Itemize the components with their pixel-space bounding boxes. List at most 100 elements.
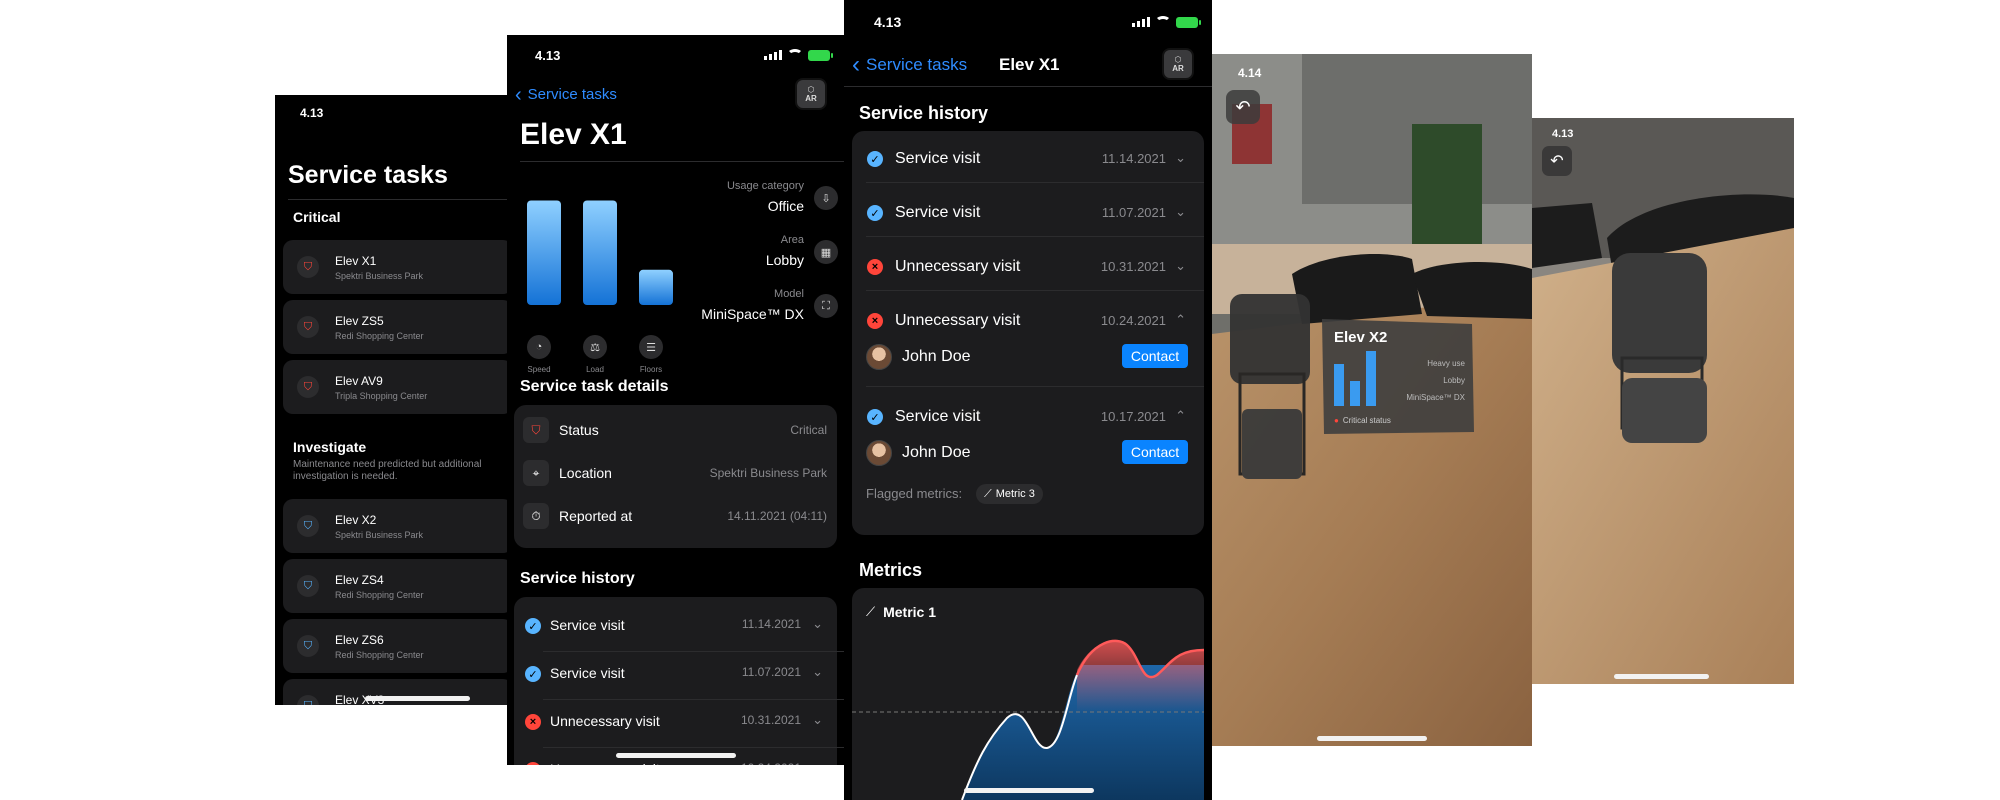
chevron-left-icon: ‹ bbox=[515, 83, 522, 106]
ar-card-row: Lobby bbox=[1443, 376, 1465, 385]
history-row[interactable]: ✓ Service visit 11.07.2021 ⌄ bbox=[852, 192, 1204, 234]
bar-floors-icon: ☰ bbox=[639, 335, 663, 359]
chevron-up-icon: ⌃ bbox=[1175, 312, 1186, 327]
phone-elevator-detail: 4.13 ‹ Service tasks ⬡ AR Elev X1 ◔ Speed… bbox=[507, 35, 844, 765]
avatar bbox=[866, 440, 892, 466]
investigate-shield-icon: ⛉ bbox=[297, 515, 319, 537]
cross-icon: × bbox=[525, 762, 541, 765]
ar-back-button[interactable]: ↶ bbox=[1542, 146, 1572, 176]
home-indicator bbox=[964, 788, 1094, 793]
ar-camera-scene bbox=[1212, 54, 1532, 746]
ar-button[interactable]: ⬡ AR bbox=[795, 78, 827, 110]
history-label: Unnecessary visit bbox=[895, 312, 1021, 329]
history-label: Unnecessary visit bbox=[550, 761, 660, 765]
avatar bbox=[866, 344, 892, 370]
contact-button[interactable]: Contact bbox=[1122, 440, 1188, 464]
status-bar: 4.13 bbox=[844, 0, 1212, 40]
person-name: John Doe bbox=[902, 444, 971, 461]
wifi-icon bbox=[787, 49, 803, 61]
task-item-critical[interactable]: ⛉ Elev X1 Spektri Business Park bbox=[283, 240, 507, 294]
history-row[interactable]: × Unnecessary visit 10.31.2021 ⌄ bbox=[514, 703, 837, 743]
back-label: Service tasks bbox=[866, 55, 968, 74]
critical-shield-icon: ⛉ bbox=[297, 316, 319, 338]
history-date: 10.31.2021 bbox=[740, 713, 801, 727]
history-row[interactable]: ✓ Service visit 11.07.2021 ⌄ bbox=[514, 655, 837, 695]
task-item-critical[interactable]: ⛉ Elev AV9 Tripla Shopping Center bbox=[283, 360, 507, 414]
task-item-investigate[interactable]: ⛉ Elev X2 Spektri Business Park bbox=[283, 499, 507, 553]
task-item-location: Spektri Business Park bbox=[335, 271, 424, 281]
nav-title: Elev X1 bbox=[999, 55, 1060, 74]
back-button[interactable]: ‹ Service tasks bbox=[852, 53, 968, 77]
check-icon: ✓ bbox=[867, 205, 883, 221]
back-button[interactable]: ‹ Service tasks bbox=[515, 83, 617, 106]
signal-icon bbox=[764, 50, 782, 60]
task-item-location: Spektri Business Park bbox=[335, 530, 424, 540]
metric-title-row[interactable]: ⟋ Metric 1 bbox=[866, 604, 936, 620]
home-indicator bbox=[1317, 736, 1427, 741]
chevron-down-icon: ⌄ bbox=[812, 712, 823, 727]
detail-value: 14.11.2021 (04:11) bbox=[727, 509, 827, 523]
phone-service-history: 4.13 ‹ Service tasks Elev X1 ⬡ AR Servic… bbox=[844, 0, 1212, 800]
history-date: 10.24.2021 bbox=[1100, 313, 1166, 328]
history-row[interactable]: ✓ Service visit 11.14.2021 ⌄ bbox=[514, 607, 837, 647]
chevron-down-icon: ⌄ bbox=[812, 760, 823, 765]
detail-label: Status bbox=[559, 422, 599, 438]
usage-bar-load bbox=[583, 200, 617, 305]
task-item-name: Elev ZS4 bbox=[335, 573, 384, 587]
detail-status-icon: ⛉ bbox=[523, 417, 549, 443]
history-row[interactable]: × Unnecessary visit 10.24.2021 ⌃ bbox=[852, 300, 1204, 342]
investigate-shield-icon: ⛉ bbox=[297, 695, 319, 705]
usage-bar-floors bbox=[639, 269, 673, 305]
info-value: MiniSpace™ DX bbox=[701, 306, 804, 322]
section-header-critical: Critical bbox=[293, 209, 341, 225]
detail-label: Location bbox=[559, 465, 612, 481]
usage-bars bbox=[527, 200, 673, 305]
history-row[interactable]: × Unnecessary visit 10.31.2021 ⌄ bbox=[852, 246, 1204, 288]
history-label: Unnecessary visit bbox=[895, 258, 1021, 275]
cube-icon: ⬡ bbox=[1174, 55, 1182, 64]
task-item-investigate[interactable]: ⛉ Elev ZS4 Redi Shopping Center bbox=[283, 559, 507, 613]
info-label: Model bbox=[774, 288, 804, 300]
chevron-down-icon: ⌄ bbox=[1175, 204, 1186, 219]
info-label: Area bbox=[780, 234, 804, 246]
investigate-note: Maintenance need predicted but additiona… bbox=[293, 459, 482, 482]
task-item-critical[interactable]: ⛉ Elev ZS5 Redi Shopping Center bbox=[283, 300, 507, 354]
section-header-metrics: Metrics bbox=[859, 560, 923, 580]
task-item-name: Elev ZS5 bbox=[335, 314, 384, 328]
flagged-metric-chip[interactable]: ⟋ Metric 3 bbox=[976, 484, 1043, 504]
ar-back-button[interactable]: ↶ bbox=[1226, 90, 1260, 124]
bar-speed-icon: ◔ bbox=[527, 335, 551, 359]
ar-bar bbox=[1350, 381, 1360, 406]
status-bar: 4.13 bbox=[507, 35, 844, 75]
history-row[interactable]: ✓ Service visit 11.14.2021 ⌄ bbox=[852, 138, 1204, 180]
history-date: 11.07.2021 bbox=[1101, 205, 1166, 220]
status-time: 4.13 bbox=[874, 14, 902, 30]
undo-icon: ↶ bbox=[1235, 96, 1251, 117]
chair bbox=[1532, 203, 1602, 268]
chevron-down-icon: ⌄ bbox=[1175, 150, 1186, 165]
task-item-investigate[interactable]: ⛉Elev XV3 bbox=[283, 679, 507, 705]
ar-bar bbox=[1334, 364, 1344, 406]
ar-camera-scene bbox=[1532, 118, 1794, 684]
investigate-shield-icon: ⛉ bbox=[297, 635, 319, 657]
contact-button[interactable]: Contact bbox=[1122, 344, 1188, 368]
task-item-investigate[interactable]: ⛉ Elev ZS6 Redi Shopping Center bbox=[283, 619, 507, 673]
detail-location-icon: ⌖ bbox=[523, 460, 549, 486]
ar-button[interactable]: ⬡ AR bbox=[1162, 48, 1194, 80]
history-date: 10.17.2021 bbox=[1100, 409, 1166, 424]
check-icon: ✓ bbox=[525, 666, 541, 682]
phone-service-tasks: 4.13 Service tasks Critical ⛉ Elev X1 Spek… bbox=[275, 95, 507, 705]
status-time: 4.13 bbox=[1552, 128, 1574, 140]
ar-card-title: Elev X2 bbox=[1334, 329, 1388, 346]
flagged-label: Flagged metrics: bbox=[866, 486, 963, 501]
history-row[interactable]: ✓ Service visit 10.17.2021 ⌃ bbox=[852, 396, 1204, 438]
section-header-investigate: Investigate bbox=[293, 439, 367, 455]
critical-shield-icon: ⛉ bbox=[297, 256, 319, 278]
task-item-name: Elev X1 bbox=[335, 254, 377, 268]
shield-icon: ● bbox=[1334, 416, 1339, 425]
ar-card-status: ● Critical status bbox=[1334, 416, 1391, 425]
check-icon: ✓ bbox=[525, 618, 541, 634]
task-item-name: Elev ZS6 bbox=[335, 633, 384, 647]
detail-value: Critical bbox=[790, 423, 827, 437]
chevron-down-icon: ⌄ bbox=[1175, 258, 1186, 273]
